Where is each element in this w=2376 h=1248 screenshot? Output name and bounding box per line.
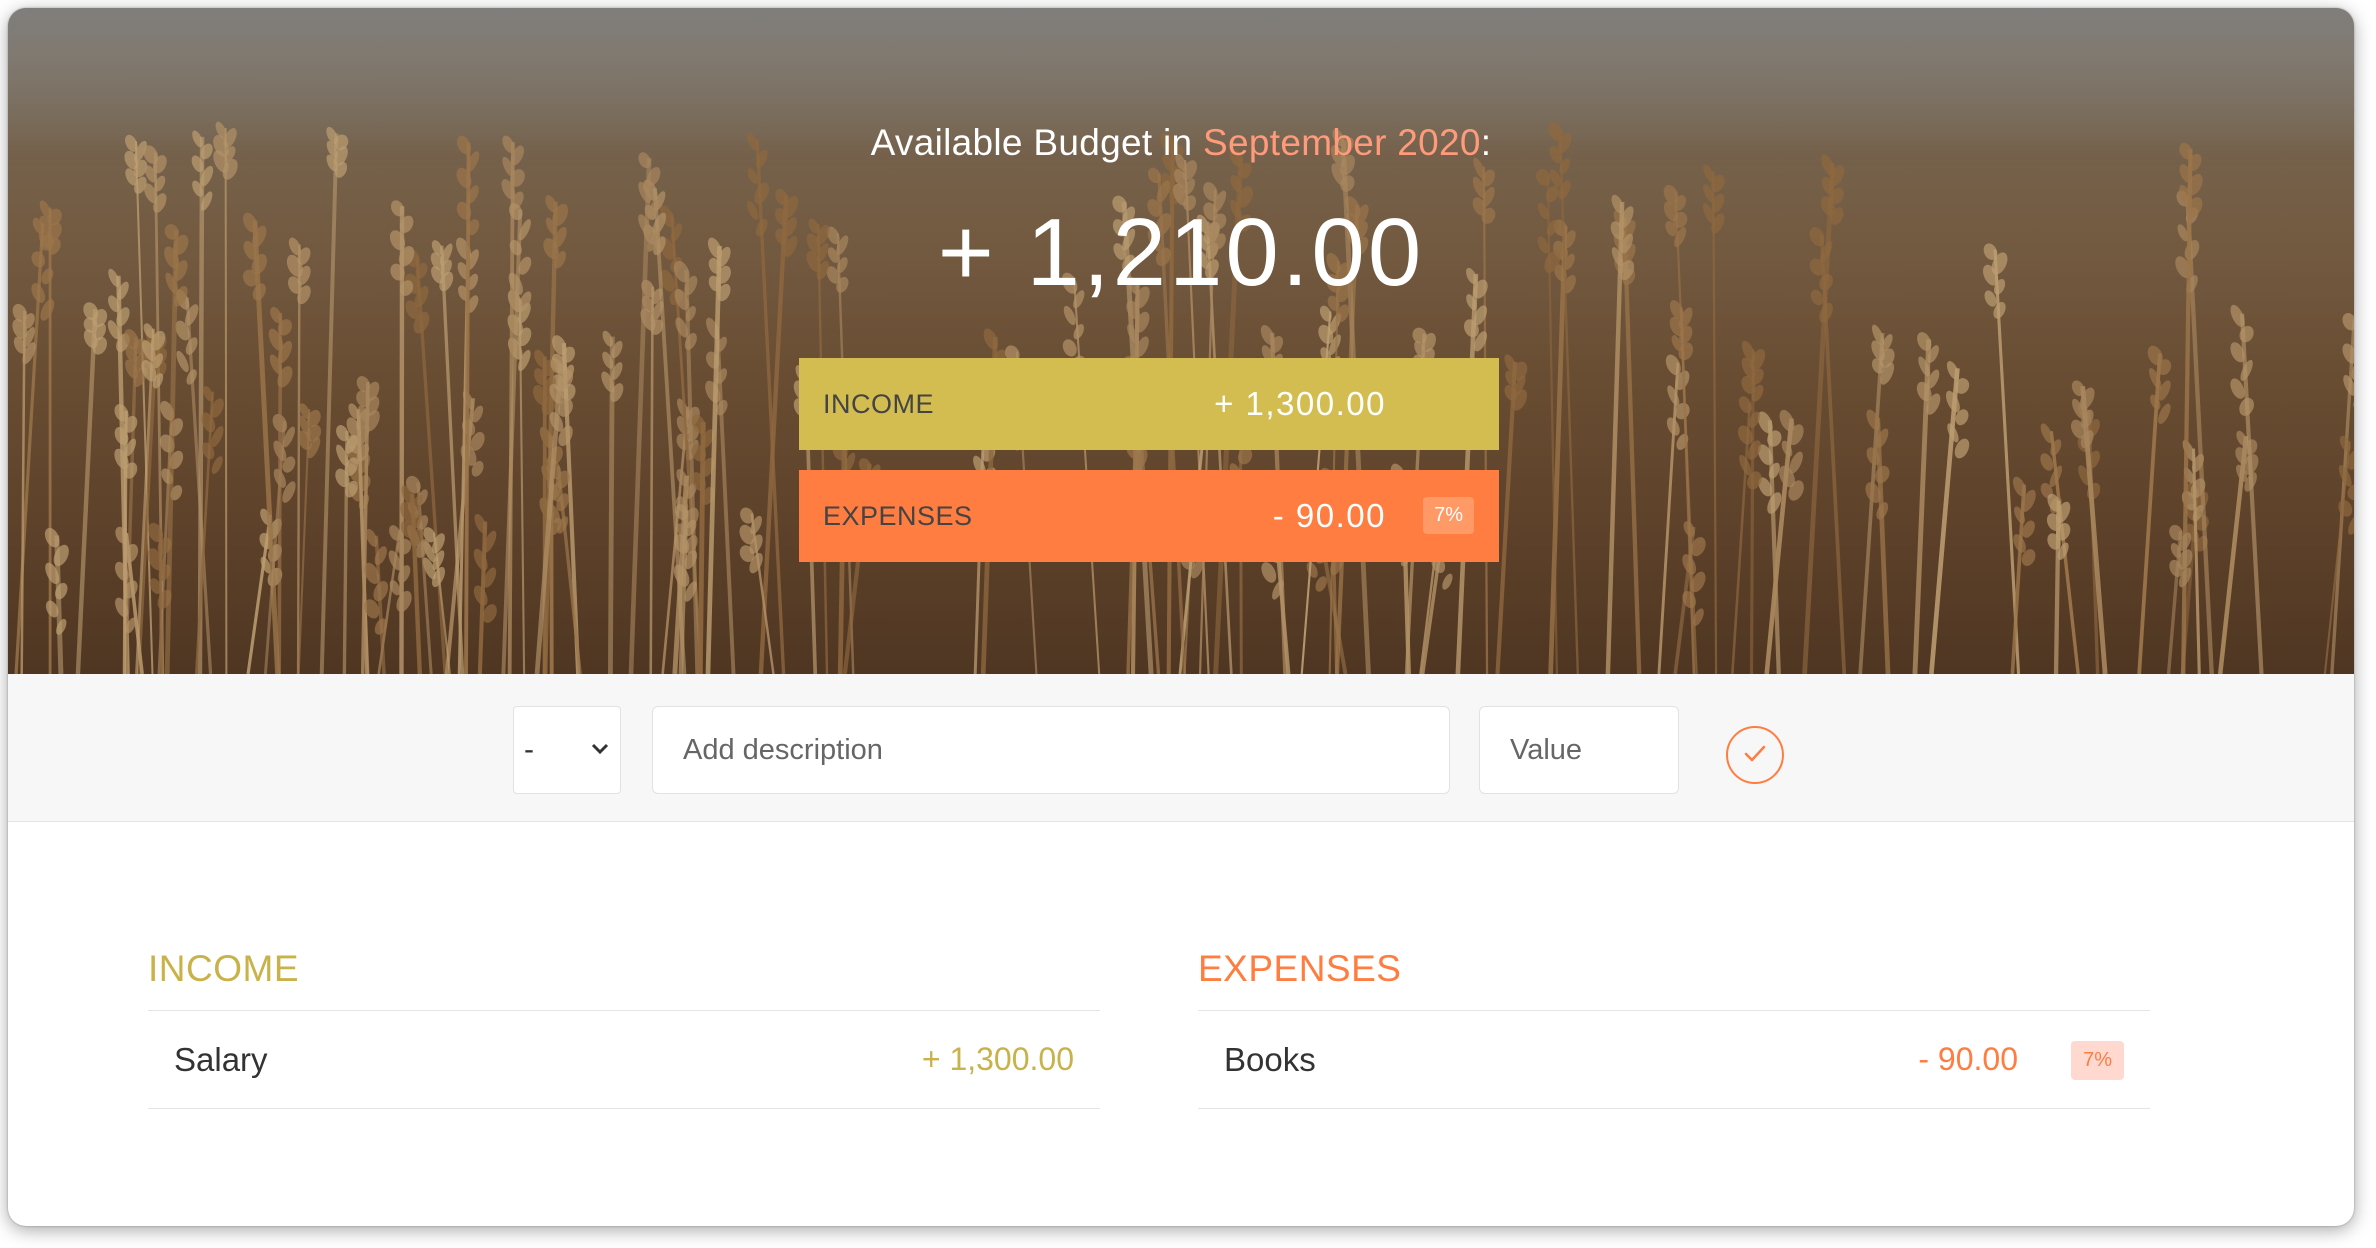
type-select[interactable]: - xyxy=(513,706,621,794)
checkmark-circle-icon xyxy=(1740,739,1770,772)
hero-header: Available Budget in September 2020: + 1,… xyxy=(8,8,2354,674)
budget-title-suffix: : xyxy=(1480,122,1492,163)
budget-month: September 2020 xyxy=(1203,122,1481,163)
income-summary-label: INCOME xyxy=(823,388,934,419)
expense-item-description: Books xyxy=(1224,1040,1316,1078)
income-summary: INCOME + 1,300.00 xyxy=(799,358,1499,450)
chevron-down-icon xyxy=(590,735,610,773)
expenses-summary-value: - 90.00 xyxy=(1272,497,1386,534)
expenses-percentage-badge: 7% xyxy=(1423,497,1474,534)
budget-title: Available Budget in September 2020: xyxy=(8,122,2354,164)
income-summary-value: + 1,300.00 xyxy=(1214,385,1386,422)
expenses-summary-label: EXPENSES xyxy=(823,500,973,531)
income-item-description: Salary xyxy=(174,1040,268,1078)
budget-title-prefix: Available Budget in xyxy=(870,122,1193,163)
income-title: INCOME xyxy=(148,948,1100,1011)
expenses-column: EXPENSES Books - 90.00 7% xyxy=(1198,948,2150,1109)
type-select-value: - xyxy=(524,733,534,766)
app-window: Available Budget in September 2020: + 1,… xyxy=(8,8,2354,1226)
description-input[interactable] xyxy=(652,706,1450,794)
expenses-summary: EXPENSES - 90.00 7% xyxy=(799,470,1499,562)
expense-item-value: - 90.00 xyxy=(1918,1041,2018,1077)
add-item-button[interactable] xyxy=(1726,726,1784,784)
expense-item-percentage-badge: 7% xyxy=(2071,1041,2124,1080)
value-input[interactable] xyxy=(1479,706,1679,794)
income-item-value: + 1,300.00 xyxy=(921,1041,1074,1077)
income-column: INCOME Salary + 1,300.00 xyxy=(148,948,1100,1109)
expense-item: Books - 90.00 7% xyxy=(1198,1011,2150,1109)
income-item: Salary + 1,300.00 xyxy=(148,1011,1100,1109)
expenses-title: EXPENSES xyxy=(1198,948,2150,1011)
budget-value: + 1,210.00 xyxy=(937,199,1425,306)
